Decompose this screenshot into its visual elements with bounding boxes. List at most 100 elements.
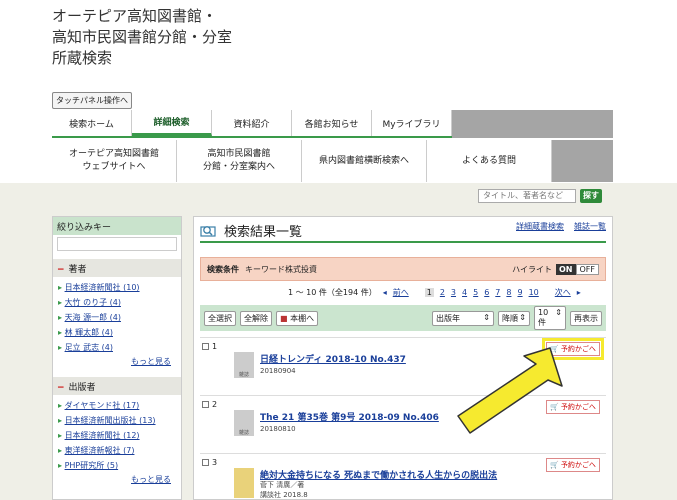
- highlight-on-button[interactable]: ON: [556, 263, 576, 275]
- facet-list-publisher: ダイヤモンド社 (17) 日本経済新聞出版社 (13) 日本経済新聞社 (12)…: [53, 398, 181, 473]
- facet-item[interactable]: ダイヤモンド社 (17): [58, 398, 181, 413]
- highlight-off-button[interactable]: OFF: [575, 263, 599, 275]
- checkbox-box[interactable]: [202, 401, 209, 408]
- facet-item[interactable]: 天海 源一郎 (4): [58, 310, 181, 325]
- link-website[interactable]: オーテピア高知図書館 ウェブサイトへ: [52, 140, 177, 182]
- item-date: 20180810: [260, 425, 296, 433]
- facet-link[interactable]: 大竹 のり子 (4): [65, 298, 121, 307]
- page-title: 検索結果一覧: [224, 225, 303, 240]
- page-link[interactable]: 10: [529, 288, 539, 297]
- quick-search-button[interactable]: 探す: [580, 189, 602, 203]
- facet-item[interactable]: 日本経済新聞社 (10): [58, 280, 181, 295]
- facet-title: 出版者: [68, 383, 96, 393]
- facet-link[interactable]: 東洋経済新報社 (7): [65, 446, 135, 455]
- facet-title: 著者: [68, 265, 87, 275]
- facet-link[interactable]: 天海 源一郎 (4): [65, 313, 121, 322]
- select-arrow-icon: ⇕: [483, 312, 490, 322]
- prev-link[interactable]: 前へ: [393, 287, 409, 298]
- facet-link[interactable]: 林 輝太郎 (4): [65, 328, 113, 337]
- collapse-icon: −: [57, 265, 65, 275]
- facet-header-publisher[interactable]: − 出版者: [53, 377, 181, 395]
- cover-thumbnail: 雑誌: [234, 410, 254, 436]
- tab-my-library[interactable]: Myライブラリ: [372, 110, 452, 136]
- facet-link[interactable]: 日本経済新聞社 (10): [65, 283, 140, 292]
- results-heading: 検索結果一覧: [200, 221, 302, 240]
- collapse-icon: −: [57, 383, 65, 393]
- result-item: 3 絶対大金持ちになる 死ぬまで働かされる人生からの脱出法 菅下 清廣／著 講談…: [200, 453, 606, 500]
- facet-item[interactable]: 日本経済新聞出版社 (13): [58, 413, 181, 428]
- facet-header-author[interactable]: − 著者: [53, 259, 181, 277]
- select-arrow-icon: ⇕: [555, 308, 562, 317]
- facet-link[interactable]: ダイヤモンド社 (17): [65, 401, 140, 410]
- facet-list-author: 日本経済新聞社 (10) 大竹 のり子 (4) 天海 源一郎 (4) 林 輝太郎…: [53, 280, 181, 355]
- item-number: 3: [212, 458, 218, 467]
- tab-advanced-search[interactable]: 詳細検索: [132, 110, 212, 136]
- page-link[interactable]: 5: [473, 288, 478, 297]
- more-link[interactable]: もっと見る: [53, 355, 181, 369]
- tab-materials[interactable]: 資料紹介: [212, 110, 292, 136]
- checkbox-box[interactable]: [202, 459, 209, 466]
- facet-link[interactable]: PHP研究所 (5): [65, 461, 119, 470]
- next-icon: ▸: [576, 288, 581, 297]
- page-current: 1: [424, 288, 434, 297]
- link-faq[interactable]: よくある質問: [427, 140, 552, 182]
- sub-nav: オーテピア高知図書館 ウェブサイトへ 高知市民図書館 分館・分室案内へ 県内図書…: [52, 140, 552, 182]
- page-link[interactable]: 3: [451, 288, 456, 297]
- tab-news[interactable]: 各館お知らせ: [292, 110, 372, 136]
- item-checkbox[interactable]: 3: [202, 458, 217, 467]
- facet-item[interactable]: 日本経済新聞社 (12): [58, 428, 181, 443]
- select-arrow-icon: ⇕: [519, 312, 526, 322]
- page-link[interactable]: 2: [440, 288, 445, 297]
- facet-item[interactable]: 東洋経済新報社 (7): [58, 443, 181, 458]
- order-select[interactable]: 降順 ⇕: [498, 310, 530, 326]
- page-link[interactable]: 6: [484, 288, 489, 297]
- facet-item[interactable]: 大竹 のり子 (4): [58, 295, 181, 310]
- thumb-label: 雑誌: [238, 372, 249, 378]
- facet-item[interactable]: 足立 武志 (4): [58, 340, 181, 355]
- facet-link[interactable]: 足立 武志 (4): [65, 343, 113, 352]
- count-select[interactable]: 10件 ⇕: [534, 306, 566, 330]
- page-link[interactable]: 8: [506, 288, 511, 297]
- bookshelf-button[interactable]: ■ 本棚へ: [276, 310, 319, 326]
- item-title-link[interactable]: The 21 第35巻 第9号 2018-09 No.406: [260, 410, 439, 423]
- next-link[interactable]: 次へ: [555, 287, 571, 298]
- redisplay-button[interactable]: 再表示: [570, 310, 602, 326]
- item-publisher: 講談社 2018.8: [260, 491, 308, 499]
- touch-panel-button[interactable]: タッチパネル操作へ: [52, 92, 132, 109]
- nav-filler: [552, 140, 613, 182]
- site-title-line: オーテピア高知図書館・: [52, 7, 218, 25]
- reserve-cart-button[interactable]: 🛒 予約かごへ: [546, 458, 600, 472]
- tab-search-home[interactable]: 検索ホーム: [52, 110, 132, 136]
- page-link[interactable]: 4: [462, 288, 467, 297]
- divider: [200, 241, 606, 243]
- refine-input[interactable]: [57, 237, 177, 251]
- prev-icon: ◂: [382, 288, 387, 297]
- link-branch-info[interactable]: 高知市民図書館 分館・分室案内へ: [177, 140, 302, 182]
- results-toolbar: 全選択 全解除 ■ 本棚へ 出版年 ⇕ 降順 ⇕ 10件 ⇕ 再表示: [200, 305, 606, 331]
- quick-search-input[interactable]: タイトル、著者名など: [478, 189, 576, 203]
- facet-link[interactable]: 日本経済新聞出版社 (13): [65, 416, 156, 425]
- link-magazine-list[interactable]: 雑誌一覧: [574, 222, 606, 231]
- facet-link[interactable]: 日本経済新聞社 (12): [65, 431, 140, 440]
- thumb-label: 雑誌: [238, 430, 249, 436]
- select-all-button[interactable]: 全選択: [204, 310, 236, 326]
- item-checkbox[interactable]: 2: [202, 400, 217, 409]
- search-condition-bar: 検索条件 キーワード株式投資 ハイライト ON OFF: [200, 257, 606, 281]
- facet-item[interactable]: PHP研究所 (5): [58, 458, 181, 473]
- item-title-link[interactable]: 日経トレンディ 2018-10 No.437: [260, 352, 406, 365]
- page-link[interactable]: 9: [517, 288, 522, 297]
- facet-item[interactable]: 林 輝太郎 (4): [58, 325, 181, 340]
- highlight-label: ハイライト: [512, 264, 552, 274]
- site-title: オーテピア高知図書館・ 高知市民図書館分館・分室 所蔵検索: [52, 6, 232, 69]
- more-link[interactable]: もっと見る: [53, 473, 181, 487]
- item-checkbox[interactable]: 1: [202, 342, 217, 351]
- deselect-all-button[interactable]: 全解除: [240, 310, 272, 326]
- checkbox-box[interactable]: [202, 343, 209, 350]
- page-link[interactable]: 7: [495, 288, 500, 297]
- reserve-label: 予約かごへ: [560, 461, 596, 469]
- order-value: 降順: [502, 313, 518, 323]
- link-cross-search[interactable]: 県内図書館横断検索へ: [302, 140, 427, 182]
- result-range: 1 〜 10 件（全194 件）: [288, 288, 377, 297]
- link-detailed-search[interactable]: 詳細蔵書検索: [516, 222, 564, 231]
- sort-select[interactable]: 出版年 ⇕: [432, 310, 494, 326]
